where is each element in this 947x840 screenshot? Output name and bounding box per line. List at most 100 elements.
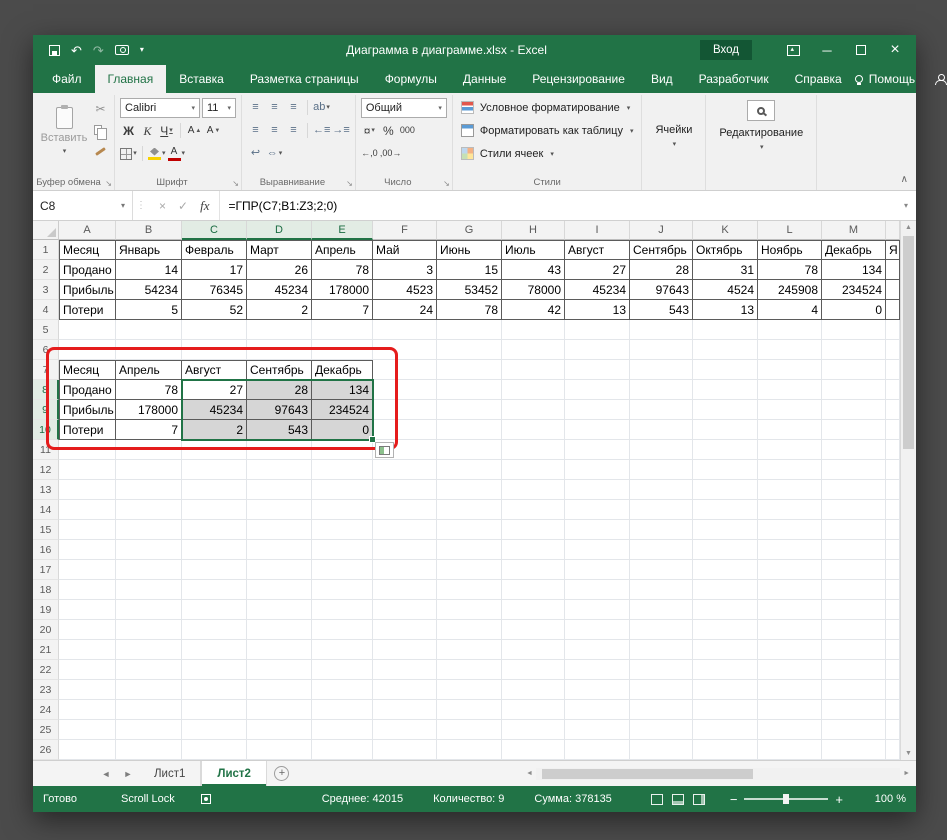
merge-center-button[interactable]: ⇔▾ [266,144,283,163]
cell-C6[interactable] [182,340,247,360]
cell-H3[interactable]: 78000 [502,280,565,300]
cell-A23[interactable] [59,680,116,700]
align-center-button[interactable]: ≡ [266,121,283,140]
cell-H18[interactable] [502,580,565,600]
editing-button[interactable]: Редактирование ▾ [711,127,811,151]
cell-N2[interactable] [886,260,900,280]
format-painter-button[interactable] [92,141,109,161]
cell-N18[interactable] [886,580,900,600]
alignment-dialog-launcher[interactable]: ↘ [346,179,353,188]
page-layout-view-button[interactable] [672,794,684,805]
cell-C21[interactable] [182,640,247,660]
clipboard-dialog-launcher[interactable]: ↘ [105,179,112,188]
align-middle-button[interactable]: ≡ [266,98,283,117]
decrease-indent-button[interactable]: ←≡ [313,121,330,140]
conditional-formatting-button[interactable]: Условное форматирование ▾ [458,97,637,118]
cell-E15[interactable] [312,520,373,540]
cell-B24[interactable] [116,700,182,720]
row-header-6[interactable]: 6 [33,340,59,360]
cell-I3[interactable]: 45234 [565,280,630,300]
cell-F2[interactable]: 3 [373,260,437,280]
cell-F26[interactable] [373,740,437,760]
cell-D12[interactable] [247,460,312,480]
cell-E17[interactable] [312,560,373,580]
cell-I9[interactable] [565,400,630,420]
cell-L26[interactable] [758,740,822,760]
cell-D25[interactable] [247,720,312,740]
font-dialog-launcher[interactable]: ↘ [232,179,239,188]
cell-G5[interactable] [437,320,502,340]
cells-button[interactable]: Ячейки ▾ [647,97,700,175]
cell-N11[interactable] [886,440,900,460]
cell-F12[interactable] [373,460,437,480]
cell-L11[interactable] [758,440,822,460]
cell-L19[interactable] [758,600,822,620]
cell-E21[interactable] [312,640,373,660]
cell-N24[interactable] [886,700,900,720]
cell-G17[interactable] [437,560,502,580]
hscroll-left-icon[interactable]: ◄ [526,770,533,777]
sheet-tab-sheet2[interactable]: Лист2 [201,761,267,786]
quick-analysis-button[interactable] [375,442,394,458]
cell-F24[interactable] [373,700,437,720]
cell-J19[interactable] [630,600,693,620]
cell-J9[interactable] [630,400,693,420]
cell-C2[interactable]: 17 [182,260,247,280]
column-header-A[interactable]: A [59,221,116,240]
column-header-C[interactable]: C [182,221,247,240]
cell-J5[interactable] [630,320,693,340]
macro-record-icon[interactable] [201,794,211,804]
cell-D15[interactable] [247,520,312,540]
cell-L12[interactable] [758,460,822,480]
cell-F18[interactable] [373,580,437,600]
find-select-button[interactable] [747,100,775,121]
increase-font-size-button[interactable]: А▲ [186,121,203,140]
close-button[interactable]: × [878,35,912,65]
cell-N7[interactable] [886,360,900,380]
cell-K3[interactable]: 4524 [693,280,758,300]
font-color-button[interactable]: А▾ [168,144,186,163]
cell-B13[interactable] [116,480,182,500]
cell-H2[interactable]: 43 [502,260,565,280]
add-sheet-button[interactable]: + [267,761,297,786]
cell-I10[interactable] [565,420,630,440]
cell-G3[interactable]: 53452 [437,280,502,300]
ribbon-tab-page-layout[interactable]: Разметка страницы [237,65,372,93]
number-format-select[interactable]: Общий▾ [361,98,447,118]
cell-M6[interactable] [822,340,886,360]
cell-M23[interactable] [822,680,886,700]
cell-M21[interactable] [822,640,886,660]
align-top-button[interactable]: ≡ [247,98,264,117]
cell-B6[interactable] [116,340,182,360]
cell-A16[interactable] [59,540,116,560]
column-header-E[interactable]: E [312,221,373,240]
cell-E2[interactable]: 78 [312,260,373,280]
cell-H16[interactable] [502,540,565,560]
decrease-font-size-button[interactable]: А▼ [205,121,222,140]
align-right-button[interactable]: ≡ [285,121,302,140]
cell-N9[interactable] [886,400,900,420]
cell-M20[interactable] [822,620,886,640]
cell-J1[interactable]: Сентябрь [630,240,693,260]
cell-M19[interactable] [822,600,886,620]
cell-N25[interactable] [886,720,900,740]
cell-N14[interactable] [886,500,900,520]
cell-F13[interactable] [373,480,437,500]
cell-D24[interactable] [247,700,312,720]
cell-H20[interactable] [502,620,565,640]
cell-I15[interactable] [565,520,630,540]
cell-C15[interactable] [182,520,247,540]
cell-I4[interactable]: 13 [565,300,630,320]
cell-E22[interactable] [312,660,373,680]
cell-A1[interactable]: Месяц [59,240,116,260]
cell-D4[interactable]: 2 [247,300,312,320]
row-header-26[interactable]: 26 [33,740,59,760]
cell-K26[interactable] [693,740,758,760]
cell-J18[interactable] [630,580,693,600]
cell-C22[interactable] [182,660,247,680]
cell-L9[interactable] [758,400,822,420]
cell-L16[interactable] [758,540,822,560]
cell-F9[interactable] [373,400,437,420]
undo-button[interactable]: ↶ [71,44,82,57]
cell-M26[interactable] [822,740,886,760]
